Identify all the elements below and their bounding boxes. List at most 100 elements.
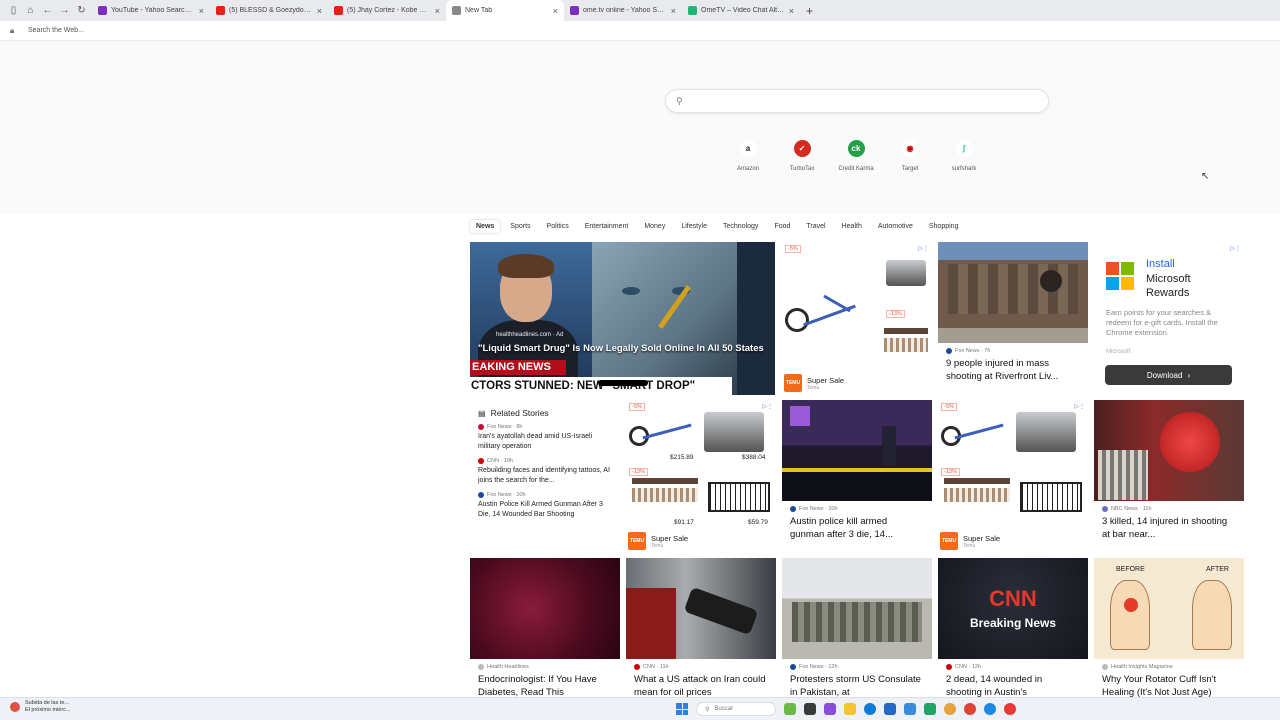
start-button-icon[interactable]	[676, 703, 688, 715]
reload-icon[interactable]: ↻	[76, 5, 87, 16]
card-title[interactable]: Protesters storm US Consulate in Pakista…	[782, 670, 932, 697]
police-scene-image	[782, 400, 932, 501]
chrome-icon[interactable]	[964, 703, 976, 715]
category-tab[interactable]: Entertainment	[579, 220, 635, 233]
category-tab[interactable]: Money	[638, 220, 671, 233]
category-tab[interactable]: Lifestyle	[675, 220, 713, 233]
category-tab[interactable]: Technology	[717, 220, 764, 233]
news-card-austin[interactable]: Fox News · 10h Austin police kill armed …	[782, 400, 932, 552]
weather-widget[interactable]: Subida de las te... El próximo miérc...	[10, 700, 71, 714]
category-tab[interactable]: Shopping	[923, 220, 965, 233]
close-tab-icon[interactable]: ×	[435, 6, 440, 16]
shortcut-tile[interactable]: a Amazon	[730, 140, 766, 172]
carousel-dots[interactable]	[598, 380, 648, 386]
back-icon[interactable]: ←	[42, 5, 53, 16]
sale-card-1[interactable]: -5% ▷⋮ -13% TEMU Super Sale Temu	[782, 242, 932, 394]
home-icon[interactable]: ⌂	[25, 5, 36, 16]
excel-icon[interactable]	[924, 703, 936, 715]
hero-headline[interactable]: "Liquid Smart Drug" Is Now Legally Sold …	[478, 343, 768, 355]
store-icon[interactable]	[884, 703, 896, 715]
category-tab[interactable]: Sports	[504, 220, 536, 233]
browser-icon[interactable]	[984, 703, 996, 715]
address-text[interactable]: Search the Web...	[28, 27, 84, 34]
forward-icon[interactable]: →	[59, 5, 70, 16]
ad-choices-icon[interactable]: ▷⋮	[1074, 403, 1085, 410]
task-view-icon[interactable]	[804, 703, 816, 715]
search-input[interactable]	[694, 96, 1034, 106]
related-header: Related Stories	[490, 408, 549, 418]
shortcut-label: Credit Karma	[838, 166, 874, 172]
temu-logo: TEMU	[784, 374, 802, 392]
category-tab[interactable]: Food	[768, 220, 796, 233]
download-button[interactable]: Download ›	[1105, 365, 1232, 385]
card-title[interactable]: What a US attack on Iran could mean for …	[626, 670, 776, 697]
card-title[interactable]: Why Your Rotator Cuff Isn't Healing (It'…	[1094, 670, 1244, 697]
related-story[interactable]: Fox News · 10h Austin Police Kill Armed G…	[470, 486, 620, 520]
discount-badge-2: -13%	[941, 468, 960, 476]
browser-tab[interactable]: (5) BLESSD & Goezydoe - D ×	[210, 0, 328, 21]
related-story[interactable]: Fox News · 8h Iran's ayatollah dead amid …	[470, 418, 620, 452]
widgets-icon[interactable]	[784, 703, 796, 715]
sale-card-3[interactable]: -5% ▷⋮ -13% TEMU Super Sale Temu	[938, 400, 1088, 552]
card-title[interactable]: 2 dead, 14 wounded in shooting in Austin…	[938, 670, 1088, 697]
sale-name: Super Sale	[651, 533, 689, 543]
sidebar-toggle-icon[interactable]: ▯	[8, 5, 19, 16]
edge-icon[interactable]	[864, 703, 876, 715]
card-title[interactable]: 9 people injured in mass shooting at Riv…	[938, 354, 1088, 383]
discount-badge: -5%	[629, 403, 645, 411]
category-tab[interactable]: Travel	[800, 220, 831, 233]
related-story[interactable]: CNN · 10h Rebuilding faces and identifyin…	[470, 452, 620, 486]
app-icon[interactable]	[944, 703, 956, 715]
category-tab[interactable]: Health	[836, 220, 868, 233]
related-title[interactable]: Iran's ayatollah dead amid US-Israeli mi…	[478, 432, 612, 452]
browser-tab[interactable]: New Tab ×	[446, 0, 564, 21]
card-title[interactable]: 3 killed, 14 injured in shooting at bar …	[1094, 512, 1244, 541]
sale-sub: Temu	[651, 542, 664, 549]
shortcut-tile[interactable]: ✓ TurboTax	[784, 140, 820, 172]
related-title[interactable]: Austin Police Kill Armed Gunman After 3 …	[478, 500, 612, 520]
browser-tab[interactable]: OmeTV – Video Chat Altern ×	[682, 0, 800, 21]
ad-choices-icon[interactable]: ▷⋮	[918, 245, 929, 252]
browser-tab[interactable]: (5) Jhay Cortez - Kobe En L ×	[328, 0, 446, 21]
card-source: CNN · 12h	[955, 664, 981, 670]
news-card-row3-4[interactable]: CNN Breaking News CNN · 12h 2 dead, 14 w…	[938, 558, 1088, 697]
close-tab-icon[interactable]: ×	[671, 6, 676, 16]
card-title[interactable]: Austin police kill armed gunman after 3 …	[782, 512, 932, 541]
ad-choices-icon[interactable]: ▷⋮	[1230, 245, 1241, 252]
card-source: Fox News · 7h	[955, 348, 991, 354]
address-bar[interactable]: 🔒︎ Search the Web...	[0, 21, 1280, 41]
microsoft-rewards-ad[interactable]: ▷⋮ Install Microsoft Rewards Earn points…	[1094, 242, 1244, 394]
news-card-shooting[interactable]: Fox News · 7h 9 people injured in mass s…	[938, 242, 1088, 394]
category-tab[interactable]: News	[470, 220, 501, 233]
search-icon: ⚲	[705, 706, 710, 713]
hero-ad-card[interactable]: healthheadlines.com · Ad "Liquid Smart D…	[470, 242, 775, 395]
close-tab-icon[interactable]: ×	[199, 6, 204, 16]
news-card-row3-5[interactable]: BEFORE AFTER Health Insights Magazine Wh…	[1094, 558, 1244, 697]
news-card-row3-3[interactable]: Fox News · 12h Protesters storm US Consu…	[782, 558, 932, 697]
category-tab[interactable]: Politics	[541, 220, 575, 233]
shortcut-tile[interactable]: ◉ Target	[892, 140, 928, 172]
close-tab-icon[interactable]: ×	[789, 6, 794, 16]
record-icon[interactable]	[1004, 703, 1016, 715]
news-card-row3-2[interactable]: CNN · 11h What a US attack on Iran could…	[626, 558, 776, 697]
close-tab-icon[interactable]: ×	[317, 6, 322, 16]
news-card-row3-1[interactable]: Health Headlines Endocrinologist: If You…	[470, 558, 620, 697]
category-tab[interactable]: Automotive	[872, 220, 919, 233]
copilot-icon[interactable]	[824, 703, 836, 715]
file-explorer-icon[interactable]	[844, 703, 856, 715]
shortcut-tile[interactable]: ck Credit Karma	[838, 140, 874, 172]
browser-tab[interactable]: YouTube - Yahoo Search Re ×	[92, 0, 210, 21]
card-title[interactable]: Endocrinologist: If You Have Diabetes, R…	[470, 670, 620, 697]
news-card-nbc[interactable]: NBC News · 11h 3 killed, 14 injured in s…	[1094, 400, 1244, 552]
mail-icon[interactable]	[904, 703, 916, 715]
sale-card-2[interactable]: -5% ▷⋮ $215.89 $388.04 -13% $91.17 $59.7…	[626, 400, 776, 552]
ad-choices-icon[interactable]: ▷⋮	[762, 403, 773, 410]
search-box[interactable]: ⚲	[665, 89, 1049, 113]
tab-title: YouTube - Yahoo Search Re	[111, 7, 195, 14]
close-tab-icon[interactable]: ×	[553, 6, 558, 16]
shortcut-tile[interactable]: ʃ surfshark	[946, 140, 982, 172]
new-tab-button[interactable]: +	[806, 4, 813, 18]
taskbar-search[interactable]: ⚲ Buscar	[696, 702, 776, 716]
browser-tab[interactable]: ome.tv online - Yahoo Sear ×	[564, 0, 682, 21]
related-title[interactable]: Rebuilding faces and identifying tattoos…	[478, 466, 612, 486]
